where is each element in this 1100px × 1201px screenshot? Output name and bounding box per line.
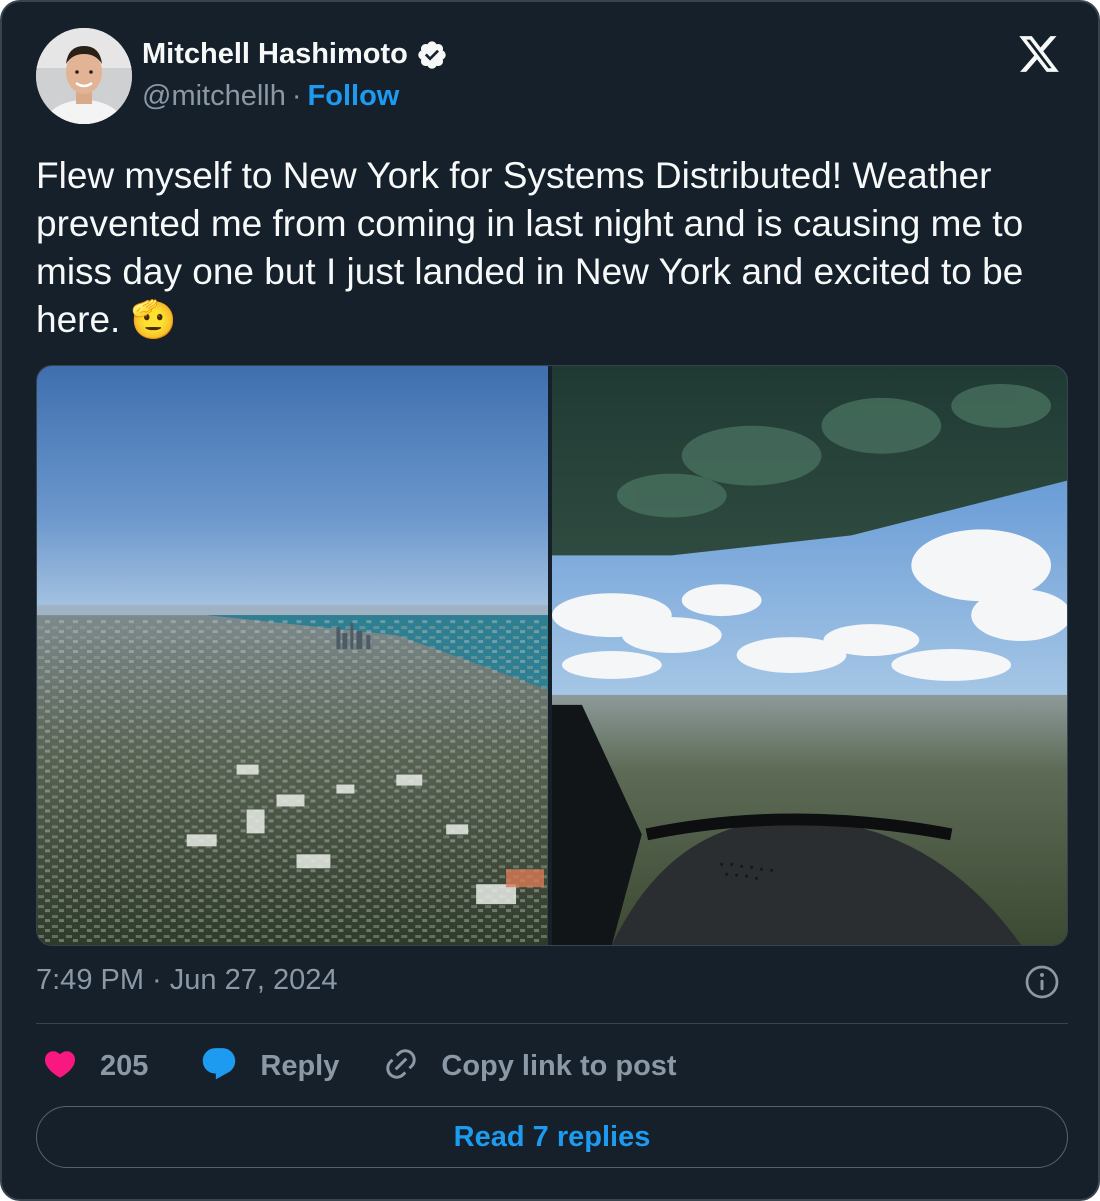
photo-cockpit-view[interactable] bbox=[552, 366, 1067, 945]
info-icon[interactable] bbox=[1024, 964, 1060, 1000]
divider bbox=[36, 1023, 1068, 1024]
photo-aerial-city[interactable] bbox=[37, 366, 548, 945]
speech-bubble-icon bbox=[200, 1045, 238, 1088]
author-handle-row: @mitchellh · Follow bbox=[142, 80, 399, 113]
author-handle[interactable]: @mitchellh bbox=[142, 80, 286, 113]
aerial-city-image bbox=[37, 366, 548, 945]
copy-link-label: Copy link to post bbox=[441, 1049, 677, 1082]
verified-badge-icon bbox=[416, 39, 448, 71]
tweet-card: Mitchell Hashimoto @mitchellh · Follow F… bbox=[0, 0, 1100, 1201]
tweet-timestamp[interactable]: 7:49 PM · Jun 27, 2024 bbox=[36, 964, 337, 997]
heart-icon bbox=[42, 1046, 78, 1087]
reply-label: Reply bbox=[260, 1049, 340, 1082]
tweet-text: Flew myself to New York for Systems Dist… bbox=[36, 155, 1024, 340]
x-logo-icon[interactable] bbox=[1016, 32, 1062, 76]
separator-dot: · bbox=[291, 80, 302, 112]
like-button[interactable]: 205 bbox=[42, 1046, 148, 1087]
reply-button[interactable]: Reply bbox=[200, 1045, 339, 1088]
read-replies-button[interactable]: Read 7 replies bbox=[36, 1106, 1068, 1168]
like-count: 205 bbox=[100, 1049, 149, 1082]
link-icon bbox=[383, 1046, 419, 1087]
author-name-row: Mitchell Hashimoto bbox=[142, 38, 448, 71]
action-bar: 205 Reply Copy link to post bbox=[36, 1042, 677, 1090]
media-grid bbox=[36, 365, 1068, 946]
copy-link-button[interactable]: Copy link to post bbox=[383, 1046, 677, 1087]
author-name[interactable]: Mitchell Hashimoto bbox=[142, 38, 408, 71]
avatar-photo bbox=[36, 28, 132, 124]
cockpit-view-image bbox=[552, 366, 1067, 945]
avatar[interactable] bbox=[36, 28, 132, 124]
follow-button[interactable]: Follow bbox=[308, 80, 400, 113]
